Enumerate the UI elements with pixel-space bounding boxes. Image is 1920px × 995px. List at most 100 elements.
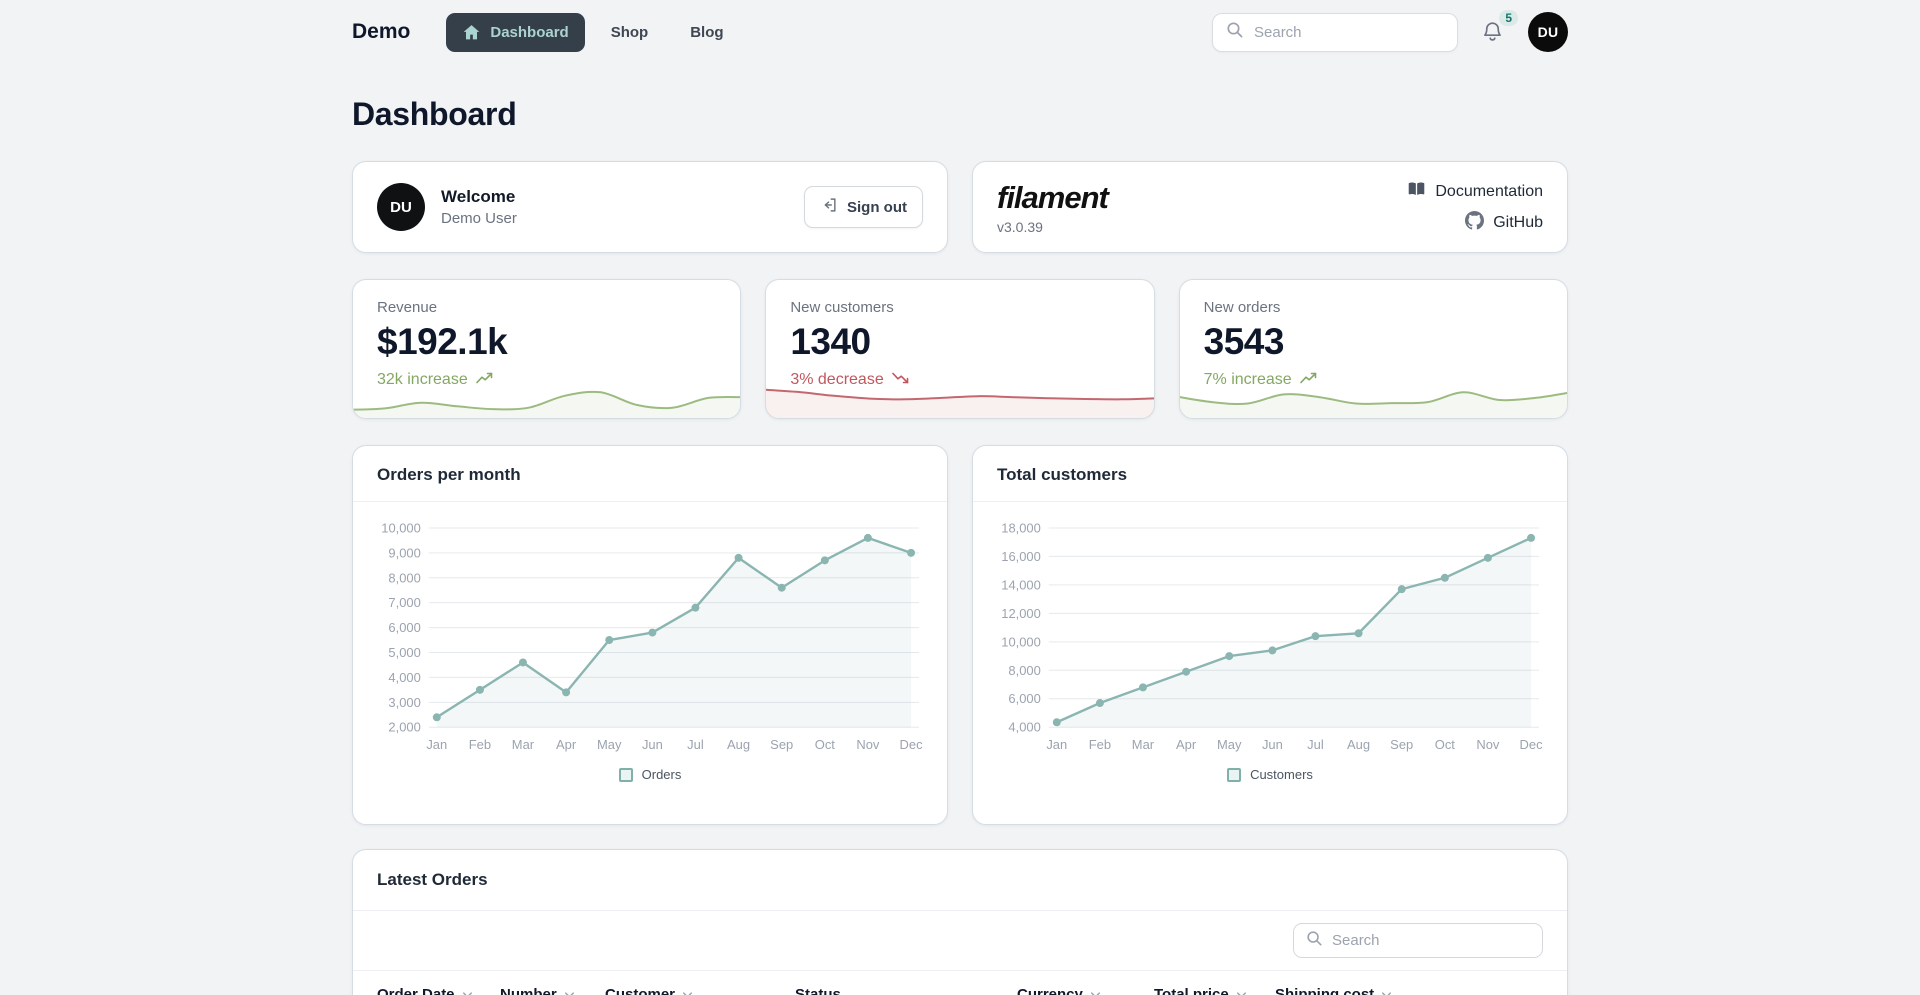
notification-badge: 5 — [1499, 10, 1518, 26]
page-title: Dashboard — [352, 96, 1568, 133]
column-header-status[interactable]: Status — [795, 986, 1017, 995]
sort-chevron-icon — [1088, 987, 1103, 995]
svg-text:10,000: 10,000 — [381, 520, 421, 535]
user-avatar[interactable]: DU — [1528, 12, 1568, 52]
sign-out-label: Sign out — [847, 199, 907, 216]
nav-item-label: Blog — [690, 24, 723, 41]
column-label: Shipping cost — [1275, 986, 1374, 995]
sparkline-chart — [766, 378, 1153, 418]
stat-label: New orders — [1204, 299, 1543, 316]
notifications-button[interactable]: 5 — [1480, 19, 1506, 45]
svg-text:8,000: 8,000 — [388, 570, 420, 585]
svg-text:6,000: 6,000 — [388, 620, 420, 635]
nav-item-dashboard[interactable]: Dashboard — [446, 13, 584, 52]
svg-text:9,000: 9,000 — [388, 545, 420, 560]
svg-text:18,000: 18,000 — [1001, 520, 1041, 535]
topbar: Demo Dashboard Shop Blog — [352, 0, 1568, 64]
documentation-link[interactable]: Documentation — [1407, 180, 1543, 204]
svg-text:Oct: Oct — [1435, 737, 1456, 752]
chart-legend[interactable]: Customers — [993, 767, 1547, 782]
global-search[interactable] — [1212, 13, 1458, 52]
svg-text:8,000: 8,000 — [1008, 663, 1040, 678]
svg-text:May: May — [1217, 737, 1242, 752]
stat-card-new-orders: New orders 3543 7% increase — [1179, 279, 1568, 419]
svg-text:12,000: 12,000 — [1001, 606, 1041, 621]
column-label: Number — [500, 986, 557, 995]
brand-logo: Demo — [352, 20, 410, 44]
total-customers-widget: Total customers 4,0006,0008,00010,00012,… — [972, 445, 1568, 825]
svg-text:Jan: Jan — [426, 737, 447, 752]
svg-text:Feb: Feb — [1089, 737, 1111, 752]
column-header-customer[interactable]: Customer — [605, 986, 795, 995]
svg-text:3,000: 3,000 — [388, 695, 420, 710]
column-label: Customer — [605, 986, 675, 995]
svg-text:Jun: Jun — [1262, 737, 1283, 752]
column-header-currency[interactable]: Currency — [1017, 986, 1154, 995]
nav-item-label: Dashboard — [490, 24, 568, 41]
svg-text:Mar: Mar — [1132, 737, 1155, 752]
sign-out-button[interactable]: Sign out — [804, 186, 923, 228]
main-nav: Dashboard Shop Blog — [446, 13, 739, 52]
chart-title: Orders per month — [377, 465, 923, 485]
svg-text:4,000: 4,000 — [1008, 720, 1040, 735]
stat-value: 1340 — [790, 321, 1129, 363]
customers-line-chart: 4,0006,0008,00010,00012,00014,00016,0001… — [993, 516, 1547, 759]
svg-text:May: May — [597, 737, 622, 752]
page-container: Demo Dashboard Shop Blog — [352, 0, 1568, 995]
legend-label: Orders — [642, 767, 682, 782]
svg-text:Sep: Sep — [1390, 737, 1413, 752]
table-search-input[interactable] — [1332, 932, 1530, 949]
welcome-title: Welcome — [441, 187, 517, 207]
svg-text:Jul: Jul — [687, 737, 704, 752]
nav-item-label: Shop — [611, 24, 649, 41]
stat-card-new-customers: New customers 1340 3% decrease — [765, 279, 1154, 419]
column-label: Currency — [1017, 986, 1083, 995]
legend-label: Customers — [1250, 767, 1313, 782]
table-toolbar — [353, 911, 1567, 971]
svg-text:16,000: 16,000 — [1001, 549, 1041, 564]
sort-chevron-icon — [1379, 987, 1394, 995]
svg-text:Feb: Feb — [469, 737, 491, 752]
svg-text:Apr: Apr — [556, 737, 577, 752]
sort-chevron-icon — [460, 987, 475, 995]
search-input[interactable] — [1254, 24, 1444, 41]
table-search[interactable] — [1293, 923, 1543, 958]
chart-header: Orders per month — [353, 446, 947, 502]
svg-text:Mar: Mar — [512, 737, 535, 752]
nav-item-shop[interactable]: Shop — [595, 14, 665, 51]
column-header-total-price[interactable]: Total price — [1154, 986, 1275, 995]
filament-version: v3.0.39 — [997, 219, 1108, 235]
github-label: GitHub — [1493, 214, 1543, 232]
legend-swatch — [619, 768, 633, 782]
svg-text:Dec: Dec — [1520, 737, 1544, 752]
chart-header: Total customers — [973, 446, 1567, 502]
svg-text:Nov: Nov — [856, 737, 880, 752]
sparkline-chart — [353, 378, 740, 418]
welcome-text: Welcome Demo User — [441, 187, 517, 227]
latest-orders-widget: Latest Orders Order Date Number Customer — [352, 849, 1568, 995]
orders-per-month-widget: Orders per month 2,0003,0004,0005,0006,0… — [352, 445, 948, 825]
svg-text:Sep: Sep — [770, 737, 793, 752]
filament-logo: filament — [997, 180, 1108, 216]
logout-icon — [820, 196, 838, 218]
legend-swatch — [1227, 768, 1241, 782]
github-link[interactable]: GitHub — [1465, 211, 1543, 235]
svg-text:Jan: Jan — [1046, 737, 1067, 752]
search-icon — [1306, 930, 1323, 952]
svg-text:4,000: 4,000 — [388, 670, 420, 685]
welcome-username: Demo User — [441, 210, 517, 227]
svg-text:Oct: Oct — [815, 737, 836, 752]
documentation-label: Documentation — [1435, 183, 1543, 201]
sort-chevron-icon — [680, 987, 695, 995]
column-label: Order Date — [377, 986, 455, 995]
filament-brand: filament v3.0.39 — [997, 180, 1108, 235]
avatar: DU — [377, 183, 425, 231]
chart-legend[interactable]: Orders — [373, 767, 927, 782]
nav-item-blog[interactable]: Blog — [674, 14, 739, 51]
svg-text:Aug: Aug — [727, 737, 750, 752]
column-header-number[interactable]: Number — [500, 986, 605, 995]
stats-row: Revenue $192.1k 32k increase New custome… — [352, 279, 1568, 419]
svg-text:Aug: Aug — [1347, 737, 1370, 752]
column-header-order-date[interactable]: Order Date — [377, 986, 500, 995]
column-header-shipping-cost[interactable]: Shipping cost — [1275, 986, 1543, 995]
